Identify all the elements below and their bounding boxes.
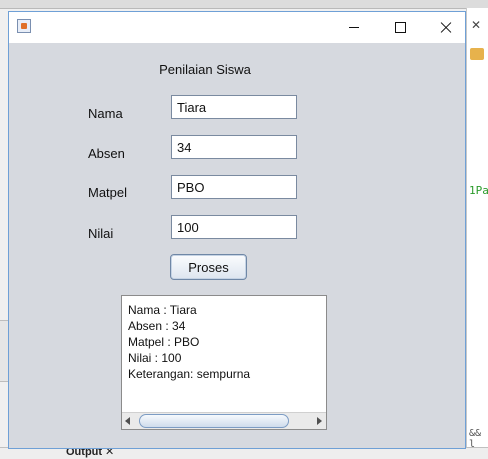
app-window: Penilaian Siswa Nama Absen Matpel Nilai … [8, 11, 466, 449]
wrench-icon[interactable] [470, 48, 484, 60]
matpel-label: Matpel [88, 185, 128, 200]
output-line: Matpel : PBO [128, 335, 200, 349]
absen-input[interactable] [171, 135, 297, 159]
minimize-button[interactable] [331, 12, 377, 43]
absen-label: Absen [88, 146, 125, 161]
output-line: Absen : 34 [128, 319, 186, 333]
close-button[interactable] [423, 12, 469, 43]
form-title: Penilaian Siswa [159, 62, 251, 77]
output-lines: Nama : Tiara Absen : 34 Matpel : PBO Nil… [128, 302, 250, 382]
editor-close-icon[interactable]: ✕ [471, 18, 481, 32]
output-line: Nama : Tiara [128, 303, 197, 317]
proses-button[interactable]: Proses [170, 254, 247, 280]
tab-output[interactable]: Output ✕ [66, 447, 114, 458]
ide-left-panel [0, 320, 8, 382]
scrollbar-thumb[interactable] [139, 414, 289, 428]
output-text-area[interactable]: Nama : Tiara Absen : 34 Matpel : PBO Nil… [121, 295, 327, 430]
output-line: Nilai : 100 [128, 351, 182, 365]
code-snippet: 1Pa [469, 184, 488, 197]
title-bar[interactable] [9, 12, 465, 43]
nama-label: Nama [88, 106, 123, 121]
scroll-left-arrow-icon[interactable] [125, 417, 130, 425]
ide-toolbar-strip [0, 0, 488, 9]
maximize-button[interactable] [377, 12, 423, 43]
nilai-input[interactable] [171, 215, 297, 239]
matpel-input[interactable] [171, 175, 297, 199]
nama-input[interactable] [171, 95, 297, 119]
ide-editor-strip: ✕ 1Pa && l [466, 8, 488, 458]
output-line: Keterangan: sempurna [128, 367, 251, 381]
horizontal-scrollbar[interactable] [122, 412, 326, 429]
java-app-icon[interactable] [17, 19, 31, 33]
scroll-right-arrow-icon[interactable] [317, 417, 322, 425]
nilai-label: Nilai [88, 226, 114, 241]
